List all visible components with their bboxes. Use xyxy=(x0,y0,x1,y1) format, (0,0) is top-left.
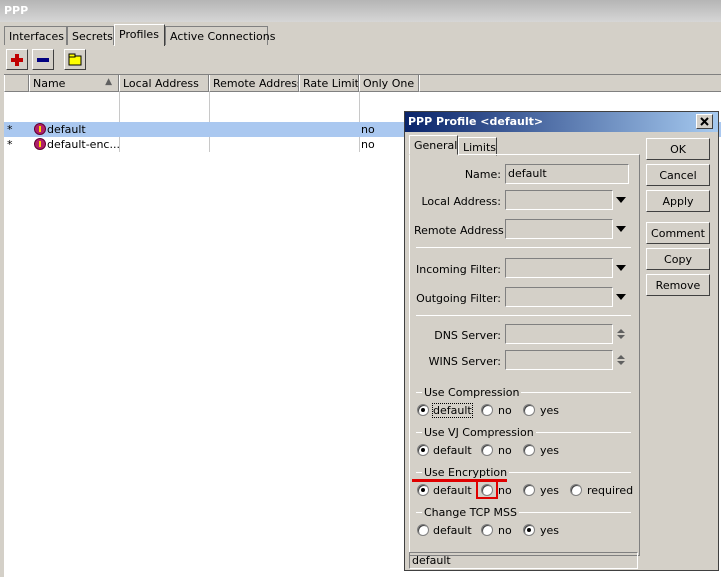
column-header-name-label: Name xyxy=(33,77,66,90)
general-panel: Name: default Local Address: Remote Addr… xyxy=(409,154,640,556)
remove-button[interactable]: Remove xyxy=(646,274,710,296)
dialog-title: PPP Profile <default> xyxy=(405,112,718,132)
status-bar: default xyxy=(409,552,638,569)
ppp-profile-dialog: PPP Profile <default> General Limits Nam… xyxy=(404,111,719,571)
column-header-only-one[interactable]: Only One xyxy=(359,75,419,92)
encryption-yes-radio[interactable] xyxy=(523,484,535,496)
highlight-box xyxy=(476,479,498,499)
vj-default-label[interactable]: default xyxy=(433,444,472,457)
outgoing-filter-label: Outgoing Filter: xyxy=(416,292,501,305)
encryption-default-label[interactable]: default xyxy=(433,484,472,497)
column-header-local-address[interactable]: Local Address xyxy=(119,75,209,92)
column-header-name[interactable]: Name ▲ xyxy=(29,75,119,92)
profile-icon xyxy=(34,137,46,153)
remote-address-label: Remote Address: xyxy=(414,224,508,237)
remove-icon xyxy=(37,58,49,62)
separator xyxy=(416,247,631,248)
vj-no-label[interactable]: no xyxy=(498,444,512,457)
encryption-required-label[interactable]: required xyxy=(587,484,633,497)
compression-default-radio[interactable] xyxy=(417,404,429,416)
add-button[interactable] xyxy=(6,49,28,70)
compression-yes-label[interactable]: yes xyxy=(540,404,559,417)
dropdown-arrow-icon[interactable] xyxy=(616,265,626,271)
row-name: default xyxy=(47,123,86,136)
dropdown-arrow-icon[interactable] xyxy=(616,226,626,232)
local-address-input[interactable] xyxy=(505,190,613,210)
column-header-filler xyxy=(419,75,721,92)
use-encryption-label: Use Encryption xyxy=(422,466,510,479)
row-only-one: no xyxy=(361,138,375,151)
dropdown-arrow-icon[interactable] xyxy=(616,294,626,300)
tab-active-connections[interactable]: Active Connections xyxy=(165,26,276,45)
column-header-remote-address[interactable]: Remote Address xyxy=(209,75,299,92)
use-compression-label: Use Compression xyxy=(422,386,522,399)
compression-no-label[interactable]: no xyxy=(498,404,512,417)
tab-secrets[interactable]: Secrets xyxy=(67,26,114,45)
column-header-rate-limit[interactable]: Rate Limit xyxy=(299,75,359,92)
tab-interfaces[interactable]: Interfaces xyxy=(4,26,67,45)
use-vj-compression-label: Use VJ Compression xyxy=(422,426,536,439)
close-icon xyxy=(700,117,709,126)
dns-server-input[interactable] xyxy=(505,324,613,344)
encryption-default-radio[interactable] xyxy=(417,484,429,496)
tcp-mss-no-label[interactable]: no xyxy=(498,524,512,537)
add-icon xyxy=(11,54,23,66)
spin-down-icon[interactable] xyxy=(617,361,625,365)
tcp-mss-default-radio[interactable] xyxy=(417,524,429,536)
vj-yes-label[interactable]: yes xyxy=(540,444,559,457)
name-input[interactable]: default xyxy=(505,164,629,184)
cancel-button[interactable]: Cancel xyxy=(646,164,710,186)
remote-address-input[interactable] xyxy=(505,219,613,239)
wins-server-label: WINS Server: xyxy=(428,355,501,368)
local-address-label: Local Address: xyxy=(421,195,501,208)
incoming-filter-input[interactable] xyxy=(505,258,613,278)
name-label: Name: xyxy=(464,168,501,181)
encryption-yes-label[interactable]: yes xyxy=(540,484,559,497)
ok-button[interactable]: OK xyxy=(646,138,710,160)
row-flag: * xyxy=(7,123,13,136)
compression-yes-radio[interactable] xyxy=(523,404,535,416)
vj-no-radio[interactable] xyxy=(481,444,493,456)
tab-profiles[interactable]: Profiles xyxy=(114,24,165,46)
vj-default-radio[interactable] xyxy=(417,444,429,456)
comment-icon xyxy=(68,53,82,66)
encryption-required-radio[interactable] xyxy=(570,484,582,496)
tcp-mss-no-radio[interactable] xyxy=(481,524,493,536)
spin-down-icon[interactable] xyxy=(617,335,625,339)
outgoing-filter-input[interactable] xyxy=(505,287,613,307)
tab-general[interactable]: General xyxy=(409,135,458,155)
row-name: default-enc... xyxy=(47,138,120,151)
window-title: PPP xyxy=(0,0,721,22)
apply-button[interactable]: Apply xyxy=(646,190,710,212)
copy-button[interactable]: Copy xyxy=(646,248,710,270)
tcp-mss-yes-label[interactable]: yes xyxy=(540,524,559,537)
wins-server-input[interactable] xyxy=(505,350,613,370)
separator xyxy=(416,315,631,316)
spin-up-icon[interactable] xyxy=(617,355,625,359)
compression-no-radio[interactable] xyxy=(481,404,493,416)
dropdown-arrow-icon[interactable] xyxy=(616,197,626,203)
change-tcp-mss-label: Change TCP MSS xyxy=(422,506,519,519)
tcp-mss-default-label[interactable]: default xyxy=(433,524,472,537)
row-only-one: no xyxy=(361,123,375,136)
row-flag: * xyxy=(7,138,13,151)
tcp-mss-yes-radio[interactable] xyxy=(523,524,535,536)
comment-button[interactable]: Comment xyxy=(646,222,710,244)
vj-yes-radio[interactable] xyxy=(523,444,535,456)
profile-icon xyxy=(34,122,46,138)
remove-button[interactable] xyxy=(32,49,54,70)
incoming-filter-label: Incoming Filter: xyxy=(416,263,501,276)
compression-default-label[interactable]: default xyxy=(432,403,473,418)
close-button[interactable] xyxy=(696,114,713,129)
spin-up-icon[interactable] xyxy=(617,329,625,333)
sort-asc-icon: ▲ xyxy=(105,77,112,87)
column-header-flag xyxy=(4,75,29,92)
encryption-no-label[interactable]: no xyxy=(498,484,512,497)
dns-server-label: DNS Server: xyxy=(434,329,501,342)
comment-button[interactable] xyxy=(64,49,86,70)
